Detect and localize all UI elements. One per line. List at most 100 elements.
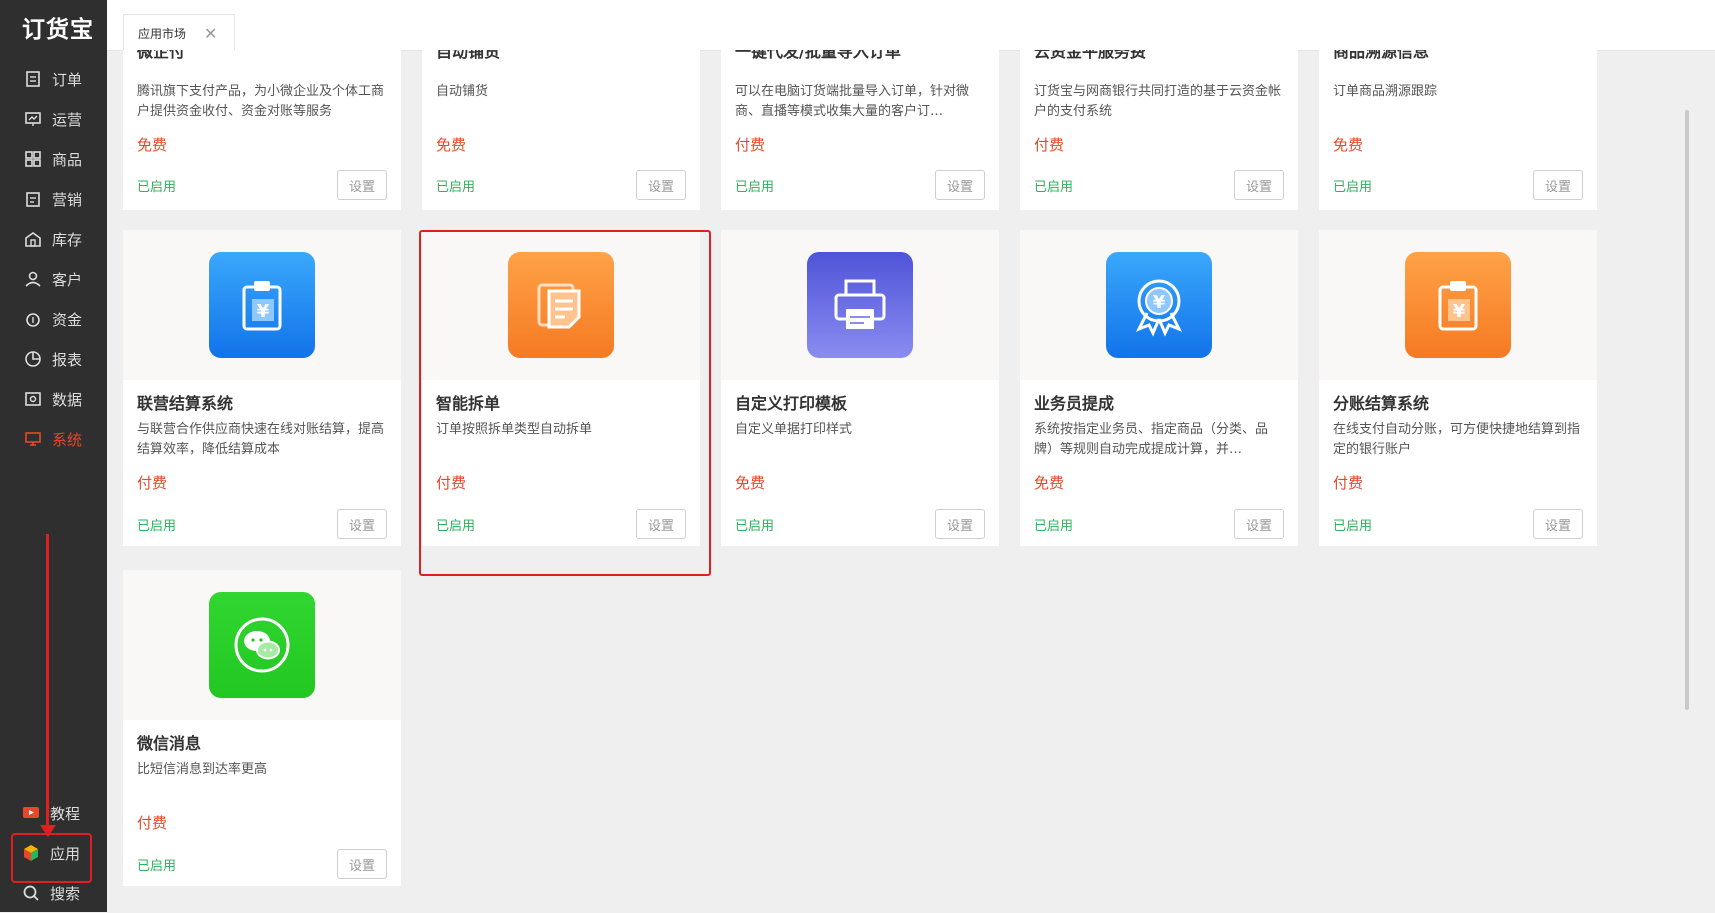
app-card: 云资金平服务费 订货宝与网商银行共同打造的基于云资金帐户的支付系统 付费 已启用… [1020,50,1298,210]
app-description: 与联营合作供应商快速在线对账结算，提高结算效率，降低结算成本 [137,422,385,457]
app-description: 自动铺货 [436,84,489,99]
settings-button[interactable]: 设置 [636,509,686,539]
product-icon [24,150,42,168]
app-description: 比短信消息到达率更高 [137,762,268,777]
sidebar-item-label: 教程 [50,804,81,823]
settings-button[interactable]: 设置 [1533,509,1583,539]
tab-app-market[interactable]: 应用市场 ✕ [123,14,235,51]
app-description: 自定义单据打印样式 [735,422,853,437]
app-title: 分账结算系统 [1333,394,1430,413]
app-card: 微企付 腾讯旗下支付产品，为小微企业及个体工商户提供资金收付、资金对账等服务 免… [123,50,401,210]
app-price: 付费 [436,474,467,492]
app-description: 订货宝与网商银行共同打造的基于云资金帐户的支付系统 [1034,84,1282,119]
app-banner: ¥ [1020,230,1298,380]
sidebar-item-marketing[interactable]: 营销 [0,179,107,219]
app-card: 自动铺货 自动铺货 免费 已启用 设置 [422,50,700,210]
sidebar-item-label: 系统 [52,430,83,449]
sidebar-item-label: 库存 [52,230,83,249]
app-price: 付费 [1333,474,1364,492]
order-icon [24,70,42,88]
sidebar-item-system[interactable]: 系统 [0,419,107,459]
settings-button[interactable]: 设置 [1234,170,1284,200]
app-price: 免费 [1333,136,1364,154]
award-yuan-icon: ¥ [1106,252,1212,358]
app-price: 免费 [137,136,168,154]
settings-button[interactable]: 设置 [935,170,985,200]
sidebar-item-label: 订单 [52,70,83,89]
app-title: 业务员提成 [1034,394,1115,413]
app-description: 在线支付自动分账，可方便快捷地结算到指定的银行账户 [1333,422,1581,457]
app-title: 一键代发/批量导入订单 [735,50,901,61]
app-title: 微信消息 [137,734,202,753]
settings-button[interactable]: 设置 [337,849,387,879]
app-card[interactable]: ¥ 联营结算系统 与联营合作供应商快速在线对账结算，提高结算效率，降低结算成本 … [123,230,401,546]
app-status: 已启用 [1034,518,1074,534]
app-status: 已启用 [137,858,177,874]
app-description: 可以在电脑订货端批量导入订单，针对微商、直播等模式收集大量的客户订… [735,84,970,119]
funds-icon [24,310,42,328]
settings-button[interactable]: 设置 [1234,509,1284,539]
customer-icon [24,270,42,288]
app-banner: ¥ [123,230,401,380]
app-status: 已启用 [436,180,476,195]
sidebar-item-products[interactable]: 商品 [0,139,107,179]
marketing-icon [24,190,42,208]
close-icon[interactable]: ✕ [204,24,217,43]
settings-button[interactable]: 设置 [337,509,387,539]
app-card[interactable]: 微信消息 比短信消息到达率更高 付费 已启用 设置 [123,570,401,886]
settings-button[interactable]: 设置 [337,170,387,200]
sidebar-item-label: 营销 [52,190,83,209]
app-description: 订单商品溯源跟踪 [1333,84,1438,99]
app-banner [721,230,999,380]
app-price: 免费 [735,474,766,492]
tutorial-icon [22,804,40,822]
app-price: 免费 [436,136,467,154]
app-banner [123,570,401,720]
clipboard-yuan-icon: ¥ [209,252,315,358]
settings-button[interactable]: 设置 [1533,170,1583,200]
scrollbar[interactable] [1685,110,1689,710]
sidebar-item-operations[interactable]: 运营 [0,99,107,139]
sidebar-item-customers[interactable]: 客户 [0,259,107,299]
app-description: 系统按指定业务员、指定商品（分类、品牌）等规则自动完成提成计算，并… [1034,422,1269,457]
sidebar-item-label: 报表 [52,350,83,369]
app-card[interactable]: ¥ 业务员提成 系统按指定业务员、指定商品（分类、品牌）等规则自动完成提成计算，… [1020,230,1298,546]
app-status: 已启用 [436,518,476,534]
settings-button[interactable]: 设置 [636,170,686,200]
sidebar: 订货宝 订单 运营 商品 营销 库存 客户 资金 报表 数据 系统 教程 应用 … [0,0,107,912]
svg-text:¥: ¥ [257,301,270,322]
app-price: 付费 [137,814,168,832]
app-status: 已启用 [1333,518,1373,534]
data-icon [24,390,42,408]
sidebar-item-reports[interactable]: 报表 [0,339,107,379]
app-title: 商品溯源信息 [1333,50,1430,61]
annotation-arrow [46,534,49,834]
sidebar-item-label: 资金 [52,310,83,329]
inventory-icon [24,230,42,248]
app-status: 已启用 [1034,180,1074,195]
app-price: 免费 [1034,474,1065,492]
app-card[interactable]: 自定义打印模板 自定义单据打印样式 免费 已启用 设置 [721,230,999,546]
top-bar: 应用市场 ✕ [107,0,1715,51]
app-card[interactable]: ¥ 分账结算系统 在线支付自动分账，可方便快捷地结算到指定的银行账户 付费 已启… [1319,230,1597,546]
sidebar-item-orders[interactable]: 订单 [0,59,107,99]
svg-text:¥: ¥ [1153,292,1166,313]
report-icon [24,350,42,368]
wechat-icon [209,592,315,698]
app-title: 联营结算系统 [137,394,234,413]
annotation-highlight-apps [11,833,92,883]
app-price: 付费 [735,136,766,154]
sidebar-item-data[interactable]: 数据 [0,379,107,419]
app-logo: 订货宝 [22,17,94,43]
sidebar-item-label: 数据 [52,390,83,409]
app-card: 一键代发/批量导入订单 可以在电脑订货端批量导入订单，针对微商、直播等模式收集大… [721,50,999,210]
app-card[interactable]: 智能拆单 订单按照拆单类型自动拆单 付费 已启用 设置 [422,230,700,546]
app-description: 腾讯旗下支付产品，为小微企业及个体工商户提供资金收付、资金对账等服务 [137,84,385,119]
sidebar-item-funds[interactable]: 资金 [0,299,107,339]
sidebar-item-inventory[interactable]: 库存 [0,219,107,259]
app-status: 已启用 [137,518,177,534]
settings-button[interactable]: 设置 [935,509,985,539]
sidebar-item-label: 商品 [52,150,83,169]
app-status: 已启用 [735,518,775,534]
app-market-content: 微企付 腾讯旗下支付产品，为小微企业及个体工商户提供资金收付、资金对账等服务 免… [107,50,1695,912]
